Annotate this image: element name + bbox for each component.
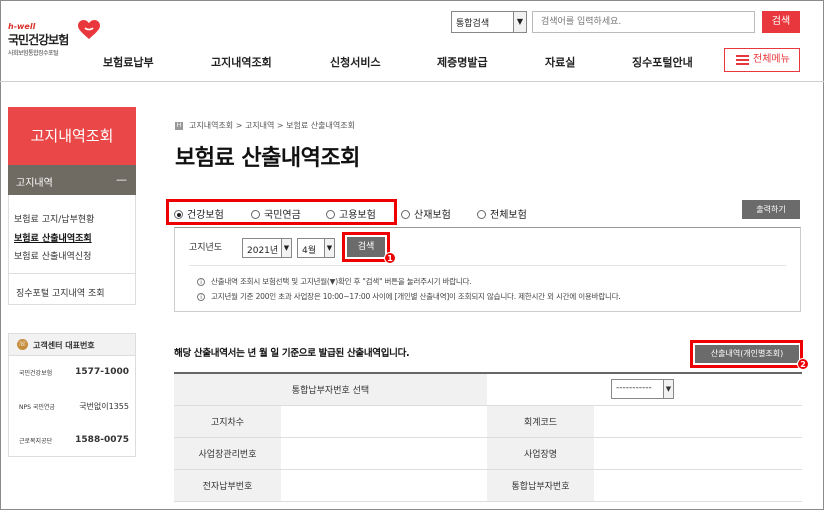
chevron-down-icon: ▼	[324, 239, 334, 257]
header-divider	[0, 81, 824, 82]
comwel-org-logo: 근로복지공단	[19, 438, 53, 445]
table-header-cell: 회계코드	[487, 405, 594, 438]
radio-unchecked-icon	[477, 210, 486, 219]
table-row: 통합납부자번호 선택 ----------- ▼	[174, 373, 802, 406]
main-navigation: 보험료납부 고지내역조회 신청서비스 제증명발급 자료실 징수포털안내	[0, 50, 824, 80]
gnb-item-notice[interactable]: 고지내역조회	[211, 54, 272, 70]
hamburger-icon	[736, 55, 749, 65]
sidebar-item-calc-request[interactable]: 보험료 산출내역신청	[14, 249, 91, 262]
month-select[interactable]: 4월 ▼	[297, 238, 335, 258]
search-scope-value: 통합검색	[456, 19, 490, 29]
payer-select-cell: ----------- ▼	[487, 373, 802, 406]
all-menu-button[interactable]: 전체메뉴	[724, 48, 800, 72]
contact-row: NPS 국민연금 국번없이1355	[9, 396, 137, 420]
sidebar-divider	[8, 273, 136, 274]
sidebar-title: 고지내역조회	[8, 107, 136, 165]
radio-label: 산재보험	[414, 210, 451, 221]
contact-number: 1577-1000	[75, 367, 129, 377]
sidebar-portal-link[interactable]: 징수포털 고지내역 조회	[16, 286, 105, 299]
heart-logo-icon	[78, 20, 100, 39]
chevron-down-icon: ▼	[281, 239, 291, 257]
search-filter-box: 고지년도 2021년 ▼ 4월 ▼ 검색 i 산출내역 조회시 보험선택 및 고지…	[174, 227, 801, 312]
table-header-cell: 통합납부자번호	[487, 469, 594, 502]
filter-divider	[189, 265, 786, 266]
sidebar-section-label: 고지내역	[16, 178, 53, 189]
contact-center-box: ☏ 고객센터 대표번호 국민건강보험 1577-1000 NPS 국민연금 국번…	[8, 333, 136, 457]
search-input[interactable]	[532, 11, 755, 33]
filter-note: i 산출내역 조회시 보험선택 및 고지년월(▼)확인 후 "검색" 버튼을 눌러…	[197, 276, 472, 287]
page-title: 보험료 산출내역조회	[175, 146, 360, 171]
gnb-item-library[interactable]: 자료실	[545, 54, 575, 70]
contact-row: 국민건강보험 1577-1000	[9, 362, 137, 386]
table-value-cell	[281, 437, 487, 470]
notice-year-label: 고지년도	[189, 243, 223, 253]
home-icon[interactable]: H	[175, 121, 183, 130]
issue-basis-notice: 해당 산출내역서는 년 월 일 기준으로 발급된 산출내역입니다.	[174, 348, 410, 359]
table-value-cell	[594, 405, 802, 438]
payer-number-select-value: -----------	[616, 383, 652, 394]
contact-number: 국번없이1355	[79, 402, 129, 411]
chevron-down-icon: ▼	[513, 12, 526, 32]
sidebar-item-calc-inquiry[interactable]: 보험료 산출내역조회	[14, 231, 92, 244]
highlight-box-radios	[166, 199, 397, 225]
info-icon: i	[197, 293, 205, 301]
gnb-item-portal-guide[interactable]: 징수포털안내	[632, 54, 693, 70]
phone-icon: ☏	[17, 339, 28, 350]
contact-center-header: ☏ 고객센터 대표번호	[9, 334, 135, 356]
table-header-cell: 고지차수	[174, 405, 281, 438]
table-row: 사업장관리번호 사업장명	[174, 437, 802, 470]
filter-note-text: 고지년월 기준 200인 초과 사업장은 10:00~17:00 사이에 [개인…	[211, 292, 621, 301]
table-value-cell	[281, 469, 487, 502]
breadcrumb: H 고지내역조회 > 고지내역 > 보험료 산출내역조회	[175, 120, 355, 131]
table-header-cell: 사업장명	[487, 437, 594, 470]
minus-icon: —	[116, 173, 127, 186]
table-row: 고지차수 회계코드	[174, 405, 802, 438]
month-select-value: 4월	[302, 246, 317, 256]
calc-info-table: 통합납부자번호 선택 ----------- ▼ 고지차수 회계코드 사업장관리…	[174, 372, 802, 502]
nps-org-logo: NPS 국민연금	[19, 404, 55, 411]
highlight-box-search	[342, 232, 390, 262]
search-button[interactable]: 검색	[762, 11, 800, 33]
radio-industrial-insurance[interactable]: 산재보험	[401, 206, 451, 221]
contact-number: 1588-0075	[75, 435, 129, 445]
all-menu-label: 전체메뉴	[753, 54, 790, 65]
year-select[interactable]: 2021년 ▼	[242, 238, 292, 258]
radio-label: 전체보험	[490, 210, 527, 221]
sidebar-section-toggle[interactable]: 고지내역 —	[8, 165, 136, 195]
payer-number-select[interactable]: ----------- ▼	[611, 379, 674, 400]
contact-center-title: 고객센터 대표번호	[33, 341, 95, 350]
nhis-org-logo: 국민건강보험	[19, 370, 53, 377]
table-value-cell	[594, 437, 802, 470]
gnb-item-payment[interactable]: 보험료납부	[103, 54, 154, 70]
sidebar-item-status[interactable]: 보험료 고지/납부현황	[14, 212, 94, 225]
filter-note-text: 산출내역 조회시 보험선택 및 고지년월(▼)확인 후 "검색" 버튼을 눌러주…	[211, 277, 472, 286]
gnb-item-application[interactable]: 신청서비스	[330, 54, 381, 70]
filter-note: i 고지년월 기준 200인 초과 사업장은 10:00~17:00 사이에 [개…	[197, 291, 621, 302]
annotation-badge-1: 1	[384, 252, 396, 264]
table-row: 전자납부번호 통합납부자번호	[174, 469, 802, 502]
annotation-badge-2: 2	[797, 358, 809, 370]
chevron-down-icon: ▼	[663, 380, 673, 399]
print-button[interactable]: 출력하기	[742, 200, 800, 219]
search-scope-select[interactable]: 통합검색 ▼	[451, 11, 527, 33]
contact-row: 근로복지공단 1588-0075	[9, 430, 137, 454]
table-header-cell: 전자납부번호	[174, 469, 281, 502]
radio-unchecked-icon	[401, 210, 410, 219]
radio-all-insurance[interactable]: 전체보험	[477, 206, 527, 221]
breadcrumb-text: 고지내역조회 > 고지내역 > 보험료 산출내역조회	[189, 121, 355, 130]
gnb-item-certificate[interactable]: 제증명발급	[437, 54, 488, 70]
table-value-cell	[594, 469, 802, 502]
table-value-cell	[281, 405, 487, 438]
info-icon: i	[197, 278, 205, 286]
year-select-value: 2021년	[247, 246, 279, 256]
table-header-cell: 사업장관리번호	[174, 437, 281, 470]
payer-select-label: 통합납부자번호 선택	[174, 373, 487, 406]
highlight-box-individual	[690, 340, 803, 368]
